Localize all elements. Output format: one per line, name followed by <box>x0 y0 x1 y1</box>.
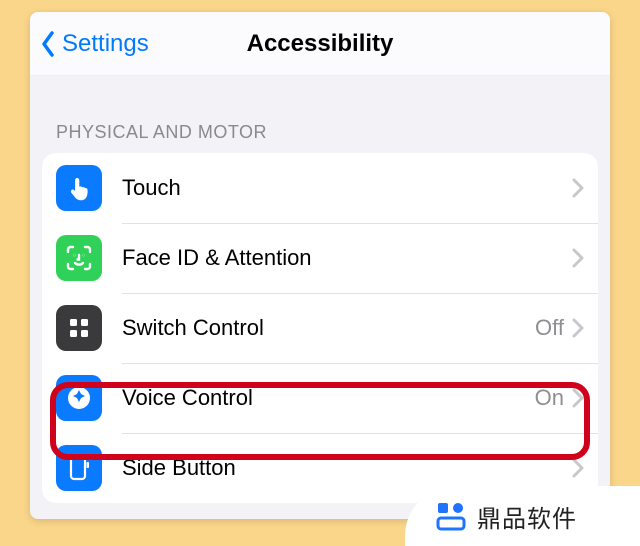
row-label: Face ID & Attention <box>122 245 572 271</box>
voice-control-icon <box>56 375 102 421</box>
watermark-text: 鼎品软件 <box>477 499 577 534</box>
row-label: Voice Control <box>122 385 535 411</box>
row-status: On <box>535 385 564 411</box>
touch-icon <box>56 165 102 211</box>
faceid-icon <box>56 235 102 281</box>
section-header: PHYSICAL AND MOTOR <box>30 76 610 153</box>
chevron-right-icon <box>572 458 584 478</box>
side-button-icon <box>56 445 102 491</box>
row-label: Touch <box>122 175 572 201</box>
chevron-left-icon <box>40 30 56 58</box>
stage: Settings Accessibility PHYSICAL AND MOTO… <box>0 0 640 546</box>
row-touch[interactable]: Touch <box>42 153 598 223</box>
row-status: Off <box>535 315 564 341</box>
chevron-right-icon <box>572 388 584 408</box>
back-label: Settings <box>62 30 149 58</box>
chevron-right-icon <box>572 178 584 198</box>
settings-panel: Settings Accessibility PHYSICAL AND MOTO… <box>30 12 610 519</box>
nav-bar: Settings Accessibility <box>30 12 610 76</box>
watermark: 鼎品软件 <box>405 486 640 546</box>
switch-control-icon <box>56 305 102 351</box>
chevron-right-icon <box>572 248 584 268</box>
row-voice-control[interactable]: Voice Control On <box>42 363 598 433</box>
row-label: Switch Control <box>122 315 535 341</box>
row-label: Side Button <box>122 455 572 481</box>
back-button[interactable]: Settings <box>30 30 149 58</box>
row-switch-control[interactable]: Switch Control Off <box>42 293 598 363</box>
row-faceid[interactable]: Face ID & Attention <box>42 223 598 293</box>
watermark-logo-icon <box>435 500 467 532</box>
settings-list: Touch Face ID & Attention Switch Control… <box>42 153 598 503</box>
chevron-right-icon <box>572 318 584 338</box>
